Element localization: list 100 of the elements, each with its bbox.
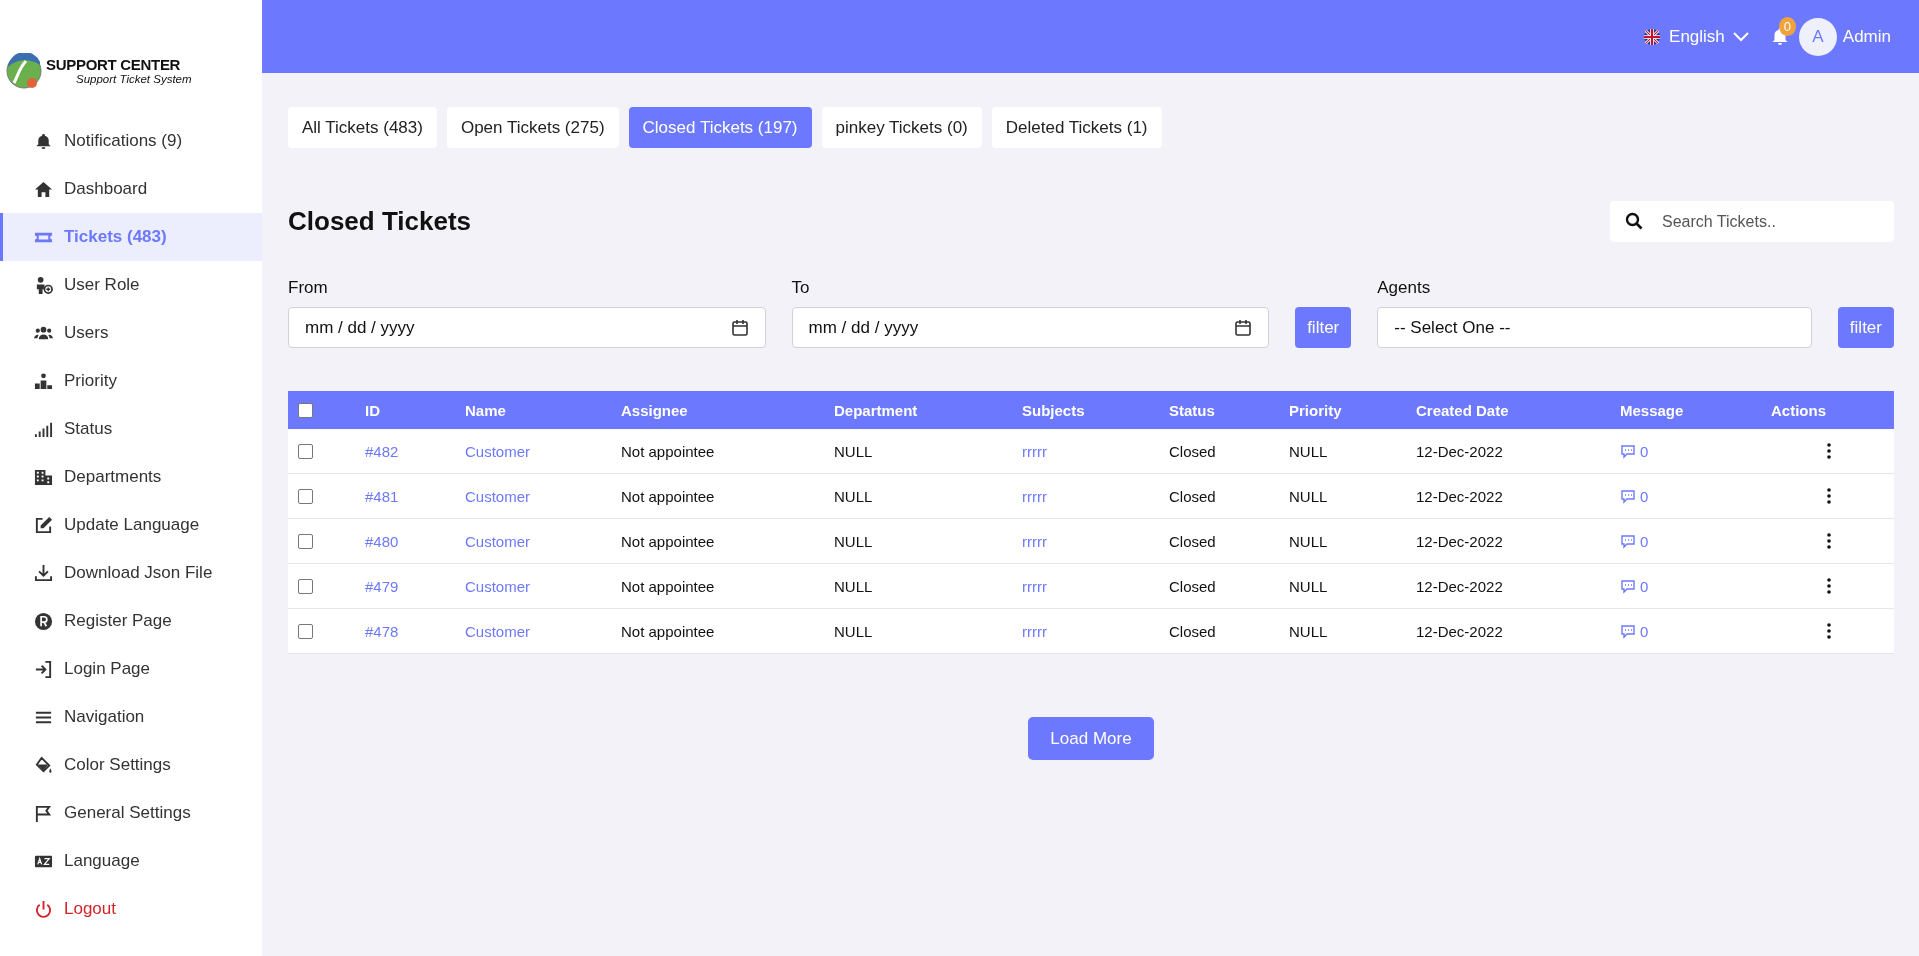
table-cell-text: Closed: [1168, 442, 1217, 460]
sidebar-item[interactable]: User Role: [0, 261, 262, 309]
sidebar-item[interactable]: Color Settings: [0, 741, 262, 789]
ticket-id-link[interactable]: #479: [365, 577, 399, 595]
filter-button[interactable]: filter: [1837, 307, 1894, 348]
table-cell-text: NULL: [1288, 442, 1329, 460]
ticket-id-link[interactable]: #478: [365, 622, 399, 640]
sidebar-item[interactable]: Departments: [0, 453, 262, 501]
sidebar-item[interactable]: Priority: [0, 357, 262, 405]
sidebar-item[interactable]: Logout: [0, 885, 262, 933]
table-cell-text: NULL: [833, 487, 874, 505]
field-label: From: [288, 278, 329, 298]
search-field[interactable]: Search Tickets..: [1610, 201, 1894, 242]
checkbox[interactable]: [298, 488, 313, 504]
tab[interactable]: pinkey Tickets (0): [821, 107, 982, 148]
customer-link[interactable]: Customer: [465, 622, 531, 640]
sidebar-item[interactable]: Language: [0, 837, 262, 885]
table-cell-text: Not appointee: [620, 487, 716, 505]
sidebar-item[interactable]: Tickets (483): [0, 213, 262, 261]
tab[interactable]: Open Tickets (275): [446, 107, 619, 148]
download-icon: [34, 563, 53, 583]
sidebar-item[interactable]: Users: [0, 309, 262, 357]
sidebar-item[interactable]: Status: [0, 405, 262, 453]
message-count[interactable]: 0: [1640, 622, 1649, 640]
checkbox[interactable]: [298, 578, 313, 594]
more-options-icon[interactable]: [1827, 488, 1831, 504]
message-count[interactable]: 0: [1640, 577, 1649, 595]
table-cell-text: Closed: [1168, 532, 1217, 550]
table-cell-text: Closed: [1168, 622, 1217, 640]
paint-bucket-icon: [34, 755, 53, 775]
ticket-id-link[interactable]: #481: [365, 487, 399, 505]
checkbox[interactable]: [298, 443, 313, 459]
edit-icon: [34, 515, 53, 535]
ticket-id-link[interactable]: #480: [365, 532, 399, 550]
column-header: Message: [1619, 401, 1685, 419]
sidebar-item[interactable]: Dashboard: [0, 165, 262, 213]
calendar-icon: [1234, 318, 1253, 337]
customer-link[interactable]: Customer: [465, 487, 531, 505]
column-header: Priority: [1288, 401, 1343, 419]
table-cell-text: NULL: [1288, 532, 1329, 550]
column-header: Assignee: [620, 401, 689, 419]
chat-bubble-icon: [1620, 488, 1636, 504]
filter-button[interactable]: filter: [1295, 307, 1352, 348]
sidebar-item[interactable]: Login Page: [0, 645, 262, 693]
avatar: A: [1798, 17, 1837, 56]
message-count[interactable]: 0: [1640, 487, 1649, 505]
table-cell-text: 12-Dec-2022: [1415, 442, 1504, 460]
table-cell-text: Closed: [1168, 487, 1217, 505]
podium-icon: [34, 371, 53, 391]
customer-link[interactable]: Customer: [465, 577, 531, 595]
checkbox[interactable]: [298, 533, 313, 549]
message-count[interactable]: 0: [1640, 442, 1649, 460]
sidebar-item[interactable]: Register Page: [0, 597, 262, 645]
agents-select[interactable]: -- Select One --: [1377, 307, 1812, 348]
ticket-id-link[interactable]: #482: [365, 442, 399, 460]
power-icon: [34, 899, 53, 919]
subject-link[interactable]: rrrrr: [1022, 577, 1047, 595]
column-header: Actions: [1770, 401, 1827, 419]
chat-bubble-icon: [1620, 533, 1636, 549]
checkbox[interactable]: [298, 623, 313, 639]
more-options-icon[interactable]: [1827, 578, 1831, 594]
tab[interactable]: Closed Tickets (197): [628, 107, 812, 148]
column-header: Subjects: [1021, 401, 1086, 419]
more-options-icon[interactable]: [1827, 443, 1831, 459]
column-header: ID: [364, 401, 381, 419]
date-field[interactable]: mm / dd / yyyy: [288, 307, 766, 348]
table-cell-text: Closed: [1168, 577, 1217, 595]
subject-link[interactable]: rrrrr: [1022, 442, 1047, 460]
login-arrow-icon: [34, 659, 53, 679]
notification-count-badge: 0: [1778, 16, 1796, 36]
table-cell-text: NULL: [833, 442, 874, 460]
subject-link[interactable]: rrrrr: [1022, 622, 1047, 640]
sidebar-item[interactable]: General Settings: [0, 789, 262, 837]
chat-bubble-icon: [1620, 578, 1636, 594]
sidebar-item[interactable]: Notifications (9): [0, 117, 262, 165]
customer-link[interactable]: Customer: [465, 442, 531, 460]
table-cell-text: NULL: [833, 622, 874, 640]
more-options-icon[interactable]: [1827, 533, 1831, 549]
sidebar-item[interactable]: Download Json File: [0, 549, 262, 597]
customer-link[interactable]: Customer: [465, 532, 531, 550]
table-cell-text: 12-Dec-2022: [1415, 622, 1504, 640]
user-name[interactable]: Admin: [1842, 26, 1891, 47]
language-selector[interactable]: English: [1643, 26, 1749, 47]
subject-link[interactable]: rrrrr: [1022, 532, 1047, 550]
sidebar-item[interactable]: Navigation: [0, 693, 262, 741]
checkbox[interactable]: [298, 402, 313, 418]
column-header: Department: [833, 401, 919, 419]
more-options-icon[interactable]: [1827, 623, 1831, 639]
chevron-down-icon: [1732, 31, 1749, 42]
page-title: Closed Tickets: [288, 206, 472, 237]
tab[interactable]: All Tickets (483): [288, 107, 437, 148]
table-cell-text: NULL: [833, 532, 874, 550]
table-cell-text: NULL: [1288, 577, 1329, 595]
load-more-button[interactable]: Load More: [1028, 717, 1154, 760]
tab[interactable]: Deleted Tickets (1): [991, 107, 1162, 148]
sidebar-item[interactable]: Update Language: [0, 501, 262, 549]
date-field[interactable]: mm / dd / yyyy: [791, 307, 1270, 348]
message-count[interactable]: 0: [1640, 532, 1649, 550]
subject-link[interactable]: rrrrr: [1022, 487, 1047, 505]
flag-icon: [34, 803, 53, 823]
